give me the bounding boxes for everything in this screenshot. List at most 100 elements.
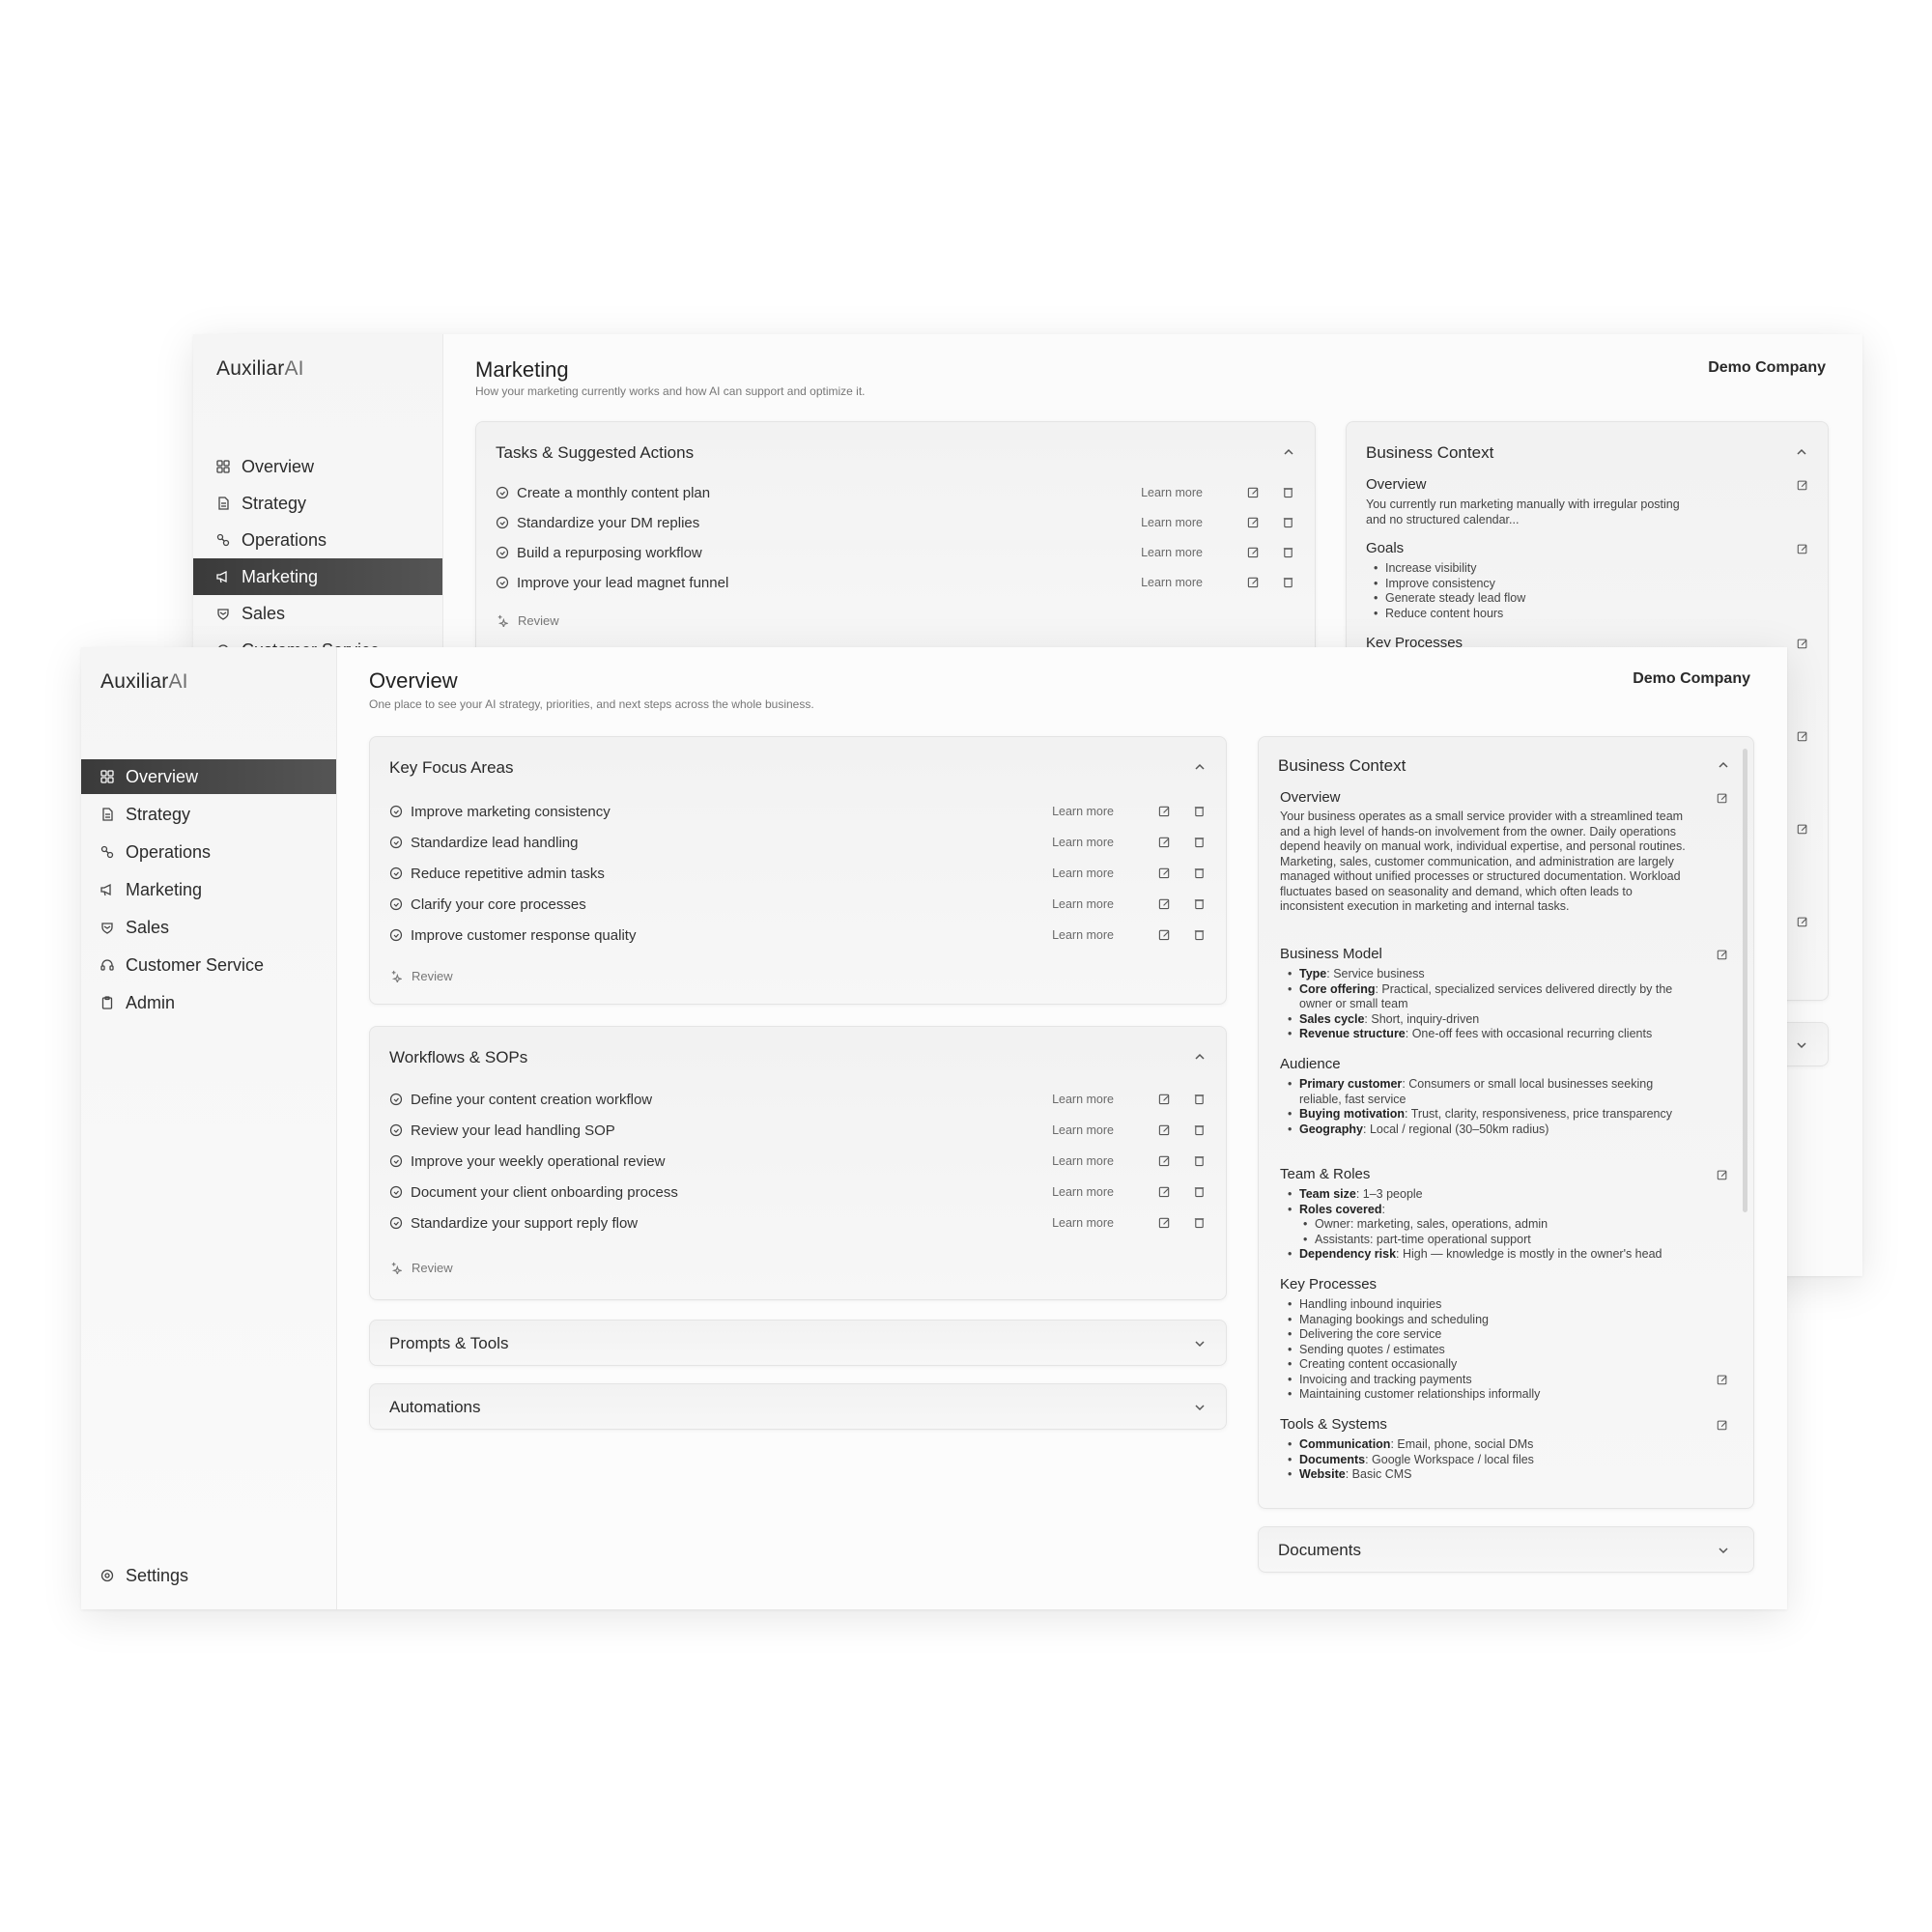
chevron-down-icon[interactable] [1795,1038,1808,1052]
trash-icon[interactable] [1193,1123,1207,1137]
sidebar-item-strategy[interactable]: Strategy [81,797,336,832]
edit-icon[interactable] [1158,1154,1172,1168]
trash-icon[interactable] [1193,1185,1207,1199]
list-item: Managing bookings and scheduling [1280,1313,1695,1328]
sidebar-item-marketing[interactable]: Marketing [81,872,336,907]
review-button[interactable]: Review [389,1261,453,1275]
edit-icon[interactable] [1247,486,1261,499]
edit-icon[interactable] [1158,836,1172,849]
trash-icon[interactable] [1193,836,1207,849]
sidebar-item-operations[interactable]: Operations [81,835,336,869]
check-circle-icon [389,836,403,849]
edit-icon[interactable] [1797,637,1808,649]
back-nav-strategy[interactable]: Strategy [193,485,442,522]
automations-card[interactable]: Automations [369,1383,1227,1430]
edit-icon[interactable] [1247,546,1261,559]
key-focus-card: Key Focus Areas Improve marketing consis… [369,736,1227,1005]
edit-icon[interactable] [1797,822,1808,835]
trash-icon[interactable] [1282,486,1295,499]
chevron-up-icon[interactable] [1193,760,1207,774]
edit-icon[interactable] [1158,1216,1172,1230]
chevron-up-icon[interactable] [1717,758,1730,772]
edit-icon[interactable] [1247,516,1261,529]
trash-icon[interactable] [1193,867,1207,880]
learn-more-link[interactable]: Learn more [1052,928,1114,942]
prompts-tools-card[interactable]: Prompts & Tools [369,1320,1227,1366]
business-context-card: Business Context Overview Your business … [1258,736,1754,1509]
edit-icon[interactable] [1158,1093,1172,1106]
learn-more-link[interactable]: Learn more [1141,546,1203,559]
nav-label: Marketing [242,566,319,586]
card-title: Prompts & Tools [389,1334,509,1352]
learn-more-link[interactable]: Learn more [1141,516,1203,529]
sparkle-icon [391,1262,402,1274]
edit-icon[interactable] [1717,948,1728,960]
review-label: Review [518,613,559,628]
learn-more-link[interactable]: Learn more [1052,1123,1114,1137]
trash-icon[interactable] [1282,546,1295,559]
front-window: AuxiliarAI Overview Strategy Operations … [81,647,1787,1609]
review-button[interactable]: Review [496,613,559,628]
list-item: Sales cycle: Short, inquiry-driven [1280,1012,1695,1028]
learn-more-link[interactable]: Learn more [1052,805,1114,818]
chevron-down-icon[interactable] [1193,1337,1207,1350]
focus-label: Reduce repetitive admin tasks [411,865,605,882]
trash-icon[interactable] [1193,1093,1207,1106]
learn-more-link[interactable]: Learn more [1052,897,1114,911]
trash-icon[interactable] [1282,516,1295,529]
edit-icon[interactable] [1158,867,1172,880]
edit-icon[interactable] [1158,1123,1172,1137]
review-button[interactable]: Review [389,969,453,983]
edit-icon[interactable] [1158,1185,1172,1199]
trash-icon[interactable] [1193,1154,1207,1168]
clipboard-icon [100,996,114,1009]
learn-more-link[interactable]: Learn more [1141,486,1203,499]
scrollbar[interactable] [1743,749,1747,1212]
edit-icon[interactable] [1797,915,1808,927]
chevron-down-icon[interactable] [1717,1544,1730,1557]
documents-card[interactable]: Documents [1258,1526,1754,1573]
learn-more-link[interactable]: Learn more [1052,1185,1114,1199]
edit-icon[interactable] [1717,791,1728,804]
chevron-up-icon[interactable] [1193,1050,1207,1064]
chevron-down-icon[interactable] [1193,1401,1207,1414]
learn-more-link[interactable]: Learn more [1052,1154,1114,1168]
focus-label: Improve marketing consistency [411,803,611,820]
sidebar-item-settings[interactable]: Settings [100,1561,188,1590]
edit-icon[interactable] [1797,729,1808,742]
edit-icon[interactable] [1717,1168,1728,1180]
sidebar-item-customer-service[interactable]: Customer Service [81,948,336,982]
link-icon [100,845,114,859]
trash-icon[interactable] [1193,805,1207,818]
list-item: Dependency risk: High — knowledge is mos… [1280,1247,1705,1263]
trash-icon[interactable] [1193,928,1207,942]
edit-icon[interactable] [1158,805,1172,818]
learn-more-link[interactable]: Learn more [1052,836,1114,849]
edit-icon[interactable] [1158,928,1172,942]
edit-icon[interactable] [1158,897,1172,911]
learn-more-link[interactable]: Learn more [1052,1216,1114,1230]
workflow-label: Document your client onboarding process [411,1183,678,1201]
trash-icon[interactable] [1282,576,1295,589]
sidebar-item-overview[interactable]: Overview [81,759,336,794]
back-nav-sales[interactable]: Sales [193,595,442,632]
chevron-up-icon[interactable] [1795,445,1808,459]
back-nav-operations[interactable]: Operations [193,522,442,558]
trash-icon[interactable] [1193,1216,1207,1230]
handshake-icon [216,607,230,620]
edit-icon[interactable] [1717,1418,1728,1431]
back-nav-marketing[interactable]: Marketing [193,558,442,595]
learn-more-link[interactable]: Learn more [1052,867,1114,880]
edit-icon[interactable] [1717,1373,1728,1385]
back-nav-overview[interactable]: Overview [193,448,442,485]
trash-icon[interactable] [1193,897,1207,911]
sidebar-item-sales[interactable]: Sales [81,910,336,945]
edit-icon[interactable] [1797,478,1808,491]
check-circle-icon [496,576,509,589]
learn-more-link[interactable]: Learn more [1052,1093,1114,1106]
sidebar-item-admin[interactable]: Admin [81,985,336,1020]
edit-icon[interactable] [1247,576,1261,589]
chevron-up-icon[interactable] [1282,445,1295,459]
edit-icon[interactable] [1797,542,1808,554]
learn-more-link[interactable]: Learn more [1141,576,1203,589]
